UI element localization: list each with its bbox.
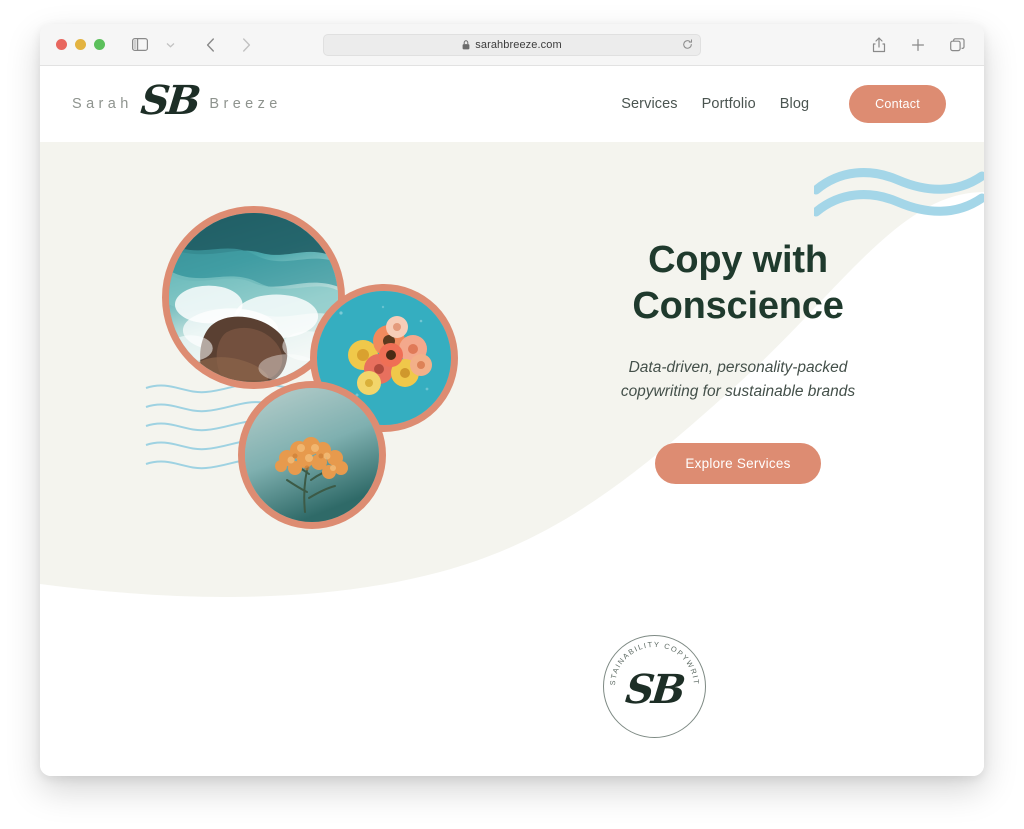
- window-controls: [56, 39, 105, 50]
- reload-icon[interactable]: [682, 39, 693, 50]
- hero-section: Copy with Conscience Data-driven, person…: [40, 142, 984, 776]
- share-icon[interactable]: [866, 33, 892, 57]
- browser-toolbar: sarahbreeze.com: [40, 24, 984, 66]
- logo-first-word: Sarah: [72, 96, 133, 112]
- primary-navigation: Services Portfolio Blog Contact: [621, 85, 946, 123]
- website-viewport: Sarah SB Breeze Services Portfolio Blog …: [40, 66, 984, 776]
- logo-second-word: Breeze: [209, 96, 282, 112]
- hero-copy: Copy with Conscience Data-driven, person…: [538, 238, 938, 484]
- hero-subtitle: Data-driven, personality-packed copywrit…: [538, 356, 938, 404]
- sustainability-seal: SUSTAINABILITY COPYWRITER SB: [603, 635, 706, 738]
- toolbar-right-actions: [866, 33, 970, 57]
- navigation-controls: [197, 33, 259, 57]
- site-logo[interactable]: Sarah SB Breeze: [72, 77, 282, 124]
- forward-icon[interactable]: [233, 33, 259, 57]
- nav-item-portfolio[interactable]: Portfolio: [702, 96, 756, 112]
- hero-title-line-2: Conscience: [632, 284, 844, 327]
- tab-overview-icon[interactable]: [944, 33, 970, 57]
- site-header: Sarah SB Breeze Services Portfolio Blog …: [40, 66, 984, 142]
- hero-subtitle-line-1: Data-driven, personality-packed: [628, 358, 848, 376]
- minimize-window-button[interactable]: [75, 39, 86, 50]
- hero-image-cluster: [160, 206, 490, 536]
- seal-monogram: SB: [623, 666, 685, 713]
- explore-services-button[interactable]: Explore Services: [655, 442, 821, 484]
- lock-icon: [462, 39, 470, 50]
- new-tab-icon[interactable]: [905, 33, 931, 57]
- decorative-waves-top-right: [814, 168, 984, 217]
- back-icon[interactable]: [197, 33, 223, 57]
- hero-subtitle-line-2: copywriting for sustainable brands: [620, 382, 856, 400]
- nav-item-blog[interactable]: Blog: [780, 96, 809, 112]
- sidebar-toggle-icon[interactable]: [127, 33, 153, 57]
- logo-monogram: SB: [138, 77, 200, 124]
- address-input[interactable]: sarahbreeze.com: [323, 33, 701, 56]
- hero-image-dried-flowers[interactable]: [238, 381, 386, 529]
- address-text: sarahbreeze.com: [475, 38, 562, 51]
- sidebar-controls: [127, 33, 183, 57]
- contact-button[interactable]: Contact: [849, 85, 946, 123]
- hero-title: Copy with Conscience: [538, 238, 938, 330]
- close-window-button[interactable]: [56, 39, 67, 50]
- screenshot-root: sarahbreeze.com Sarah SB Breeze Services…: [0, 0, 1024, 829]
- chevron-down-icon[interactable]: [157, 33, 183, 57]
- maximize-window-button[interactable]: [94, 39, 105, 50]
- hero-title-line-1: Copy with: [648, 239, 828, 281]
- nav-item-services[interactable]: Services: [621, 96, 677, 112]
- browser-window: sarahbreeze.com Sarah SB Breeze Services…: [40, 24, 984, 776]
